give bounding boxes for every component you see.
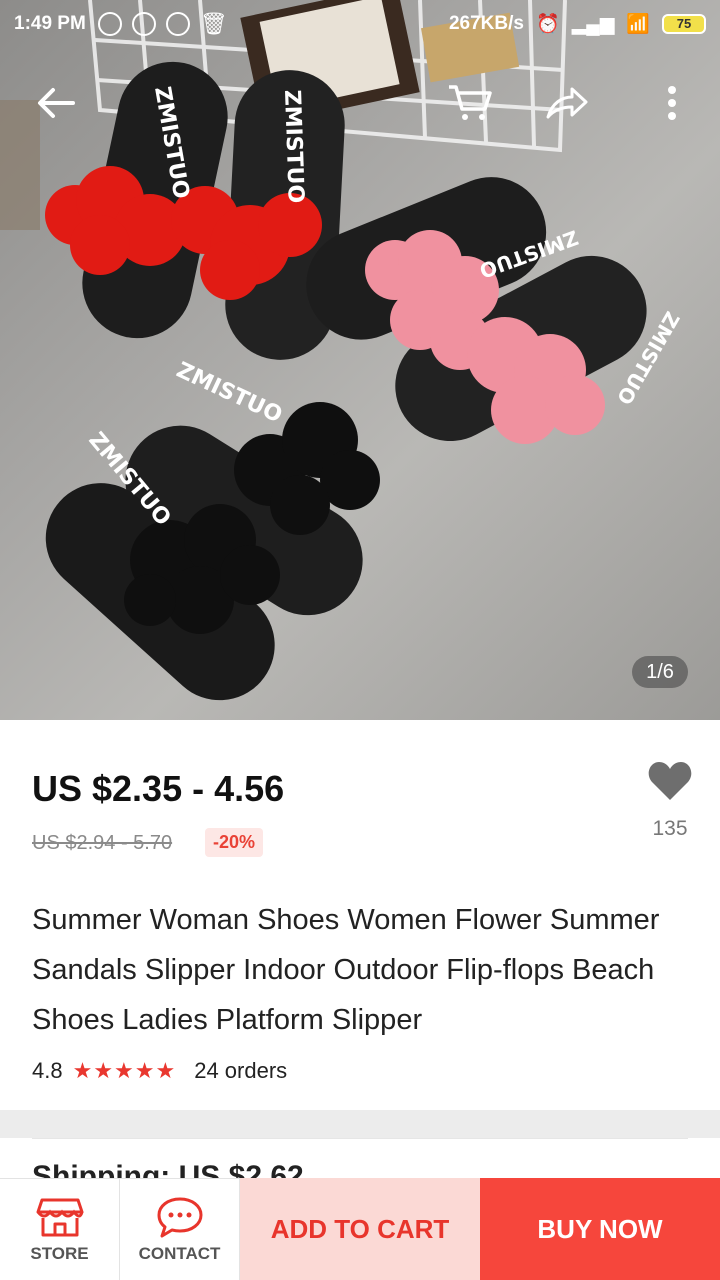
signal-icon: ▂▄▆ <box>571 13 615 35</box>
status-bar: 1:49 PM 🗑 267KB/s ⏰ ▂▄▆ 📶 75 <box>0 0 720 48</box>
cart-icon[interactable] <box>440 70 500 136</box>
price: US $2.35 - 4.56 <box>32 768 285 809</box>
add-to-cart-button[interactable]: ADD TO CART <box>240 1178 480 1280</box>
trash-icon: 🗑 <box>199 11 228 36</box>
share-icon[interactable] <box>536 70 596 136</box>
contact-button[interactable]: CONTACT <box>120 1178 240 1280</box>
wishlist-count: 135 <box>652 817 688 840</box>
original-price: US $2.94 - 5.70 <box>32 832 173 854</box>
store-label: STORE <box>30 1243 89 1263</box>
product-title: Summer Woman Shoes Women Flower Summer S… <box>32 904 660 1036</box>
image-toolbar <box>0 70 720 136</box>
store-button[interactable]: STORE <box>0 1178 120 1280</box>
chat-bubble-icon <box>165 12 190 36</box>
status-time: 1:49 PM <box>14 13 86 34</box>
wifi-icon: 📶 <box>626 14 650 35</box>
more-vert-icon[interactable] <box>642 70 702 136</box>
wishlist-button[interactable]: 135 <box>640 760 700 860</box>
buy-now-button[interactable]: BUY NOW <box>480 1178 720 1280</box>
alarm-icon: ⏰ <box>535 14 560 35</box>
orders-count: 24 orders <box>194 1058 288 1083</box>
back-arrow-icon[interactable] <box>26 70 86 136</box>
battery-indicator: 75 <box>662 14 706 34</box>
bottom-action-bar: STORE CONTACT ADD TO CART BUY NOW <box>0 1178 720 1280</box>
messenger-icon <box>97 12 122 36</box>
contact-label: CONTACT <box>138 1243 221 1263</box>
product-info-card: US $2.35 - 4.56 US $2.94 - 5.70 -20% 135… <box>0 720 720 1110</box>
discount-badge: -20% <box>205 828 264 857</box>
network-speed: 267KB/s <box>448 13 524 34</box>
rating-value: 4.8 <box>32 1058 63 1083</box>
star-rating-icon: ★★★★★ <box>72 1058 177 1083</box>
chat-icon <box>157 1197 202 1237</box>
heart-icon[interactable] <box>647 760 693 802</box>
rating-row[interactable]: 4.8 ★★★★★ 24 orders <box>32 1058 287 1084</box>
divider <box>32 1138 688 1139</box>
whatsapp-icon <box>131 12 156 36</box>
gallery-pager: 1/6 <box>632 656 688 688</box>
section-divider <box>0 1110 720 1138</box>
store-icon <box>36 1198 83 1236</box>
svg-text:ZMISTUO: ZMISTUO <box>172 358 285 429</box>
